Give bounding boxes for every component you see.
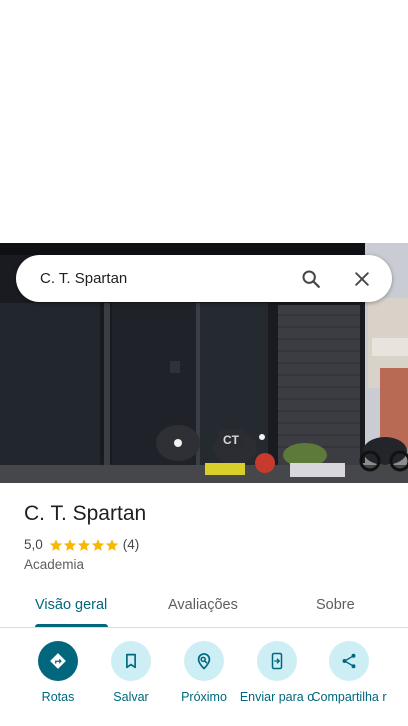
share-button[interactable]: Compartilha r [309, 641, 389, 704]
search-bar[interactable]: C. T. Spartan [16, 255, 392, 302]
share-icon [342, 653, 356, 669]
star-rating [49, 538, 119, 552]
bookmark-icon [126, 653, 136, 669]
directions-chip [38, 641, 78, 681]
active-tab-indicator [35, 624, 108, 627]
map-area[interactable] [0, 0, 408, 243]
search-button[interactable] [298, 266, 324, 292]
nearby-chip [184, 641, 224, 681]
send-to-phone-button[interactable]: Enviar para o [237, 641, 317, 704]
action-row: Rotas Salvar Próximo Enviar para o Compa… [0, 641, 408, 726]
photo-sign-text: CT [223, 433, 240, 447]
send-to-phone-label: Enviar para o [239, 690, 315, 704]
star-icon [105, 538, 118, 551]
star-icon [77, 538, 90, 551]
save-chip [111, 641, 151, 681]
star-icon [91, 538, 104, 551]
search-icon [302, 269, 320, 288]
save-button[interactable]: Salvar [91, 641, 171, 704]
tab-overview[interactable]: Visão geral [35, 597, 107, 613]
rating-row[interactable]: 5,0 (4) [24, 537, 139, 552]
star-icon [63, 538, 76, 551]
send-to-phone-icon [271, 652, 283, 670]
save-label: Salvar [113, 690, 149, 704]
place-category[interactable]: Academia [24, 557, 84, 572]
tab-about[interactable]: Sobre [316, 597, 355, 613]
place-title: C. T. Spartan [24, 502, 147, 525]
close-button[interactable] [349, 266, 375, 292]
share-chip [329, 641, 369, 681]
rating-value: 5,0 [24, 537, 43, 552]
star-icon [49, 538, 62, 551]
nearby-label: Próximo [181, 690, 227, 704]
nearby-button[interactable]: Próximo [164, 641, 244, 704]
directions-button[interactable]: Rotas [18, 641, 98, 704]
nearby-icon [197, 653, 211, 670]
search-query[interactable]: C. T. Spartan [40, 270, 298, 287]
directions-icon [50, 653, 66, 669]
send-to-phone-chip [257, 641, 297, 681]
review-count[interactable]: (4) [123, 537, 140, 552]
directions-label: Rotas [41, 690, 75, 704]
tab-bar: Visão geral Avaliações Sobre [0, 587, 408, 628]
tab-reviews[interactable]: Avaliações [168, 597, 238, 613]
share-label: Compartilha r [311, 690, 387, 704]
close-icon [355, 271, 369, 286]
place-panel: C. T. Spartan 5,0 (4) Academia Visão ger… [0, 483, 408, 726]
